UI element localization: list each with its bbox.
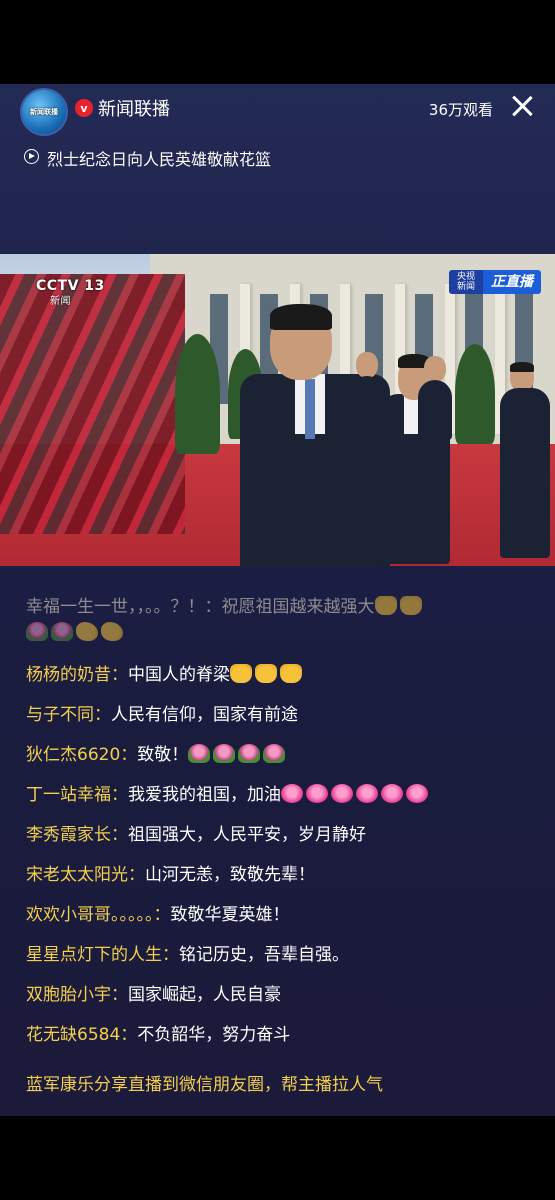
verified-badge-icon: v	[75, 99, 93, 117]
comment-username[interactable]: 幸福一生一世，，。。？！：	[26, 597, 222, 617]
live-badge-left: 央视新闻	[449, 270, 483, 294]
heart-icon	[381, 784, 403, 803]
heart-icon	[331, 784, 353, 803]
heart-icon	[281, 784, 303, 803]
person-back	[418, 356, 452, 440]
tree	[175, 334, 220, 454]
comment-row: 幸福一生一世，，。。？！：祝愿祖国越来越强大	[26, 592, 425, 617]
play-circle-icon	[24, 149, 39, 164]
comment-row: 狄仁杰6620：致敬！	[26, 740, 288, 765]
video-player[interactable]: CCTV 13 新闻 央视新闻 正直播	[0, 254, 555, 566]
comment-row: 双胞胎小宇：国家崛起，人民自豪	[26, 980, 281, 1005]
comment-username[interactable]: 欢欢小哥哥。。。。。：	[26, 905, 171, 925]
comment-message: 山河无恙，致敬先辈！	[145, 865, 315, 885]
thumbs-up-icon	[230, 664, 252, 683]
comment-row	[26, 622, 126, 643]
comment-message: 人民有信仰，国家有前途	[111, 705, 298, 725]
comment-row: 与子不同：人民有信仰，国家有前途	[26, 700, 298, 725]
tree	[455, 344, 495, 444]
broadcaster-logo: CCTV 13 新闻	[36, 278, 105, 307]
comment-username[interactable]: 星星点灯下的人生：	[26, 945, 179, 965]
flower-icon	[188, 744, 211, 763]
comment-row: 星星点灯下的人生：铭记历史，吾辈自强。	[26, 940, 349, 965]
comment-username[interactable]: 花无缺6584：	[26, 1025, 137, 1045]
flower-icon	[213, 744, 236, 763]
share-notice: 蓝军康乐分享直播到微信朋友圈，帮主播拉人气	[26, 1075, 383, 1095]
heart-icon	[406, 784, 428, 803]
comment-row: 宋老太太阳光：山河无恙，致敬先辈！	[26, 860, 315, 885]
live-badge-right: 正直播	[483, 270, 541, 294]
comment-message: 我爱我的祖国，加油	[128, 785, 281, 805]
comment-username[interactable]: 宋老太太阳光：	[26, 865, 145, 885]
flexed-arm-icon	[76, 622, 98, 641]
comment-username[interactable]: 丁一站幸福：	[26, 785, 128, 805]
heart-icon	[306, 784, 328, 803]
close-icon[interactable]	[509, 93, 535, 119]
comment-message: 中国人的脊梁	[128, 665, 230, 685]
flower-icon	[263, 744, 286, 763]
comment-username[interactable]: 李秀霞家长：	[26, 825, 128, 845]
person-right	[500, 362, 555, 562]
flower-icon	[238, 744, 261, 763]
person-front	[240, 304, 390, 566]
comment-username[interactable]: 杨杨的奶昔：	[26, 665, 128, 685]
broadcaster-sub: 新闻	[50, 296, 71, 307]
heart-icon	[356, 784, 378, 803]
flower-icon	[51, 622, 73, 641]
comment-message: 铭记历史，吾辈自强。	[179, 945, 349, 965]
person-back	[352, 352, 382, 416]
thumbs-up-icon	[374, 596, 397, 615]
comment-message: 祝愿祖国越来越强大	[221, 597, 375, 617]
comment-row: 欢欢小哥哥。。。。。：致敬华夏英雄！	[26, 900, 290, 925]
thumbs-up-icon	[280, 664, 302, 683]
comment-username[interactable]: 狄仁杰6620：	[26, 745, 137, 765]
comment-row: 杨杨的奶昔：中国人的脊梁	[26, 660, 305, 685]
comment-row: 李秀霞家长：祖国强大，人民平安，岁月静好	[26, 820, 366, 845]
channel-logo-text: 新闻联播	[30, 108, 58, 116]
comment-username[interactable]: 双胞胎小宇：	[26, 985, 128, 1005]
live-badge: 央视新闻 正直播	[449, 270, 541, 294]
stream-title: 烈士纪念日向人民英雄敬献花篮	[47, 150, 272, 169]
thumbs-up-icon	[255, 664, 277, 683]
comment-username[interactable]: 与子不同：	[26, 705, 111, 725]
comment-message: 祖国强大，人民平安，岁月静好	[128, 825, 366, 845]
channel-name[interactable]: 新闻联播	[98, 95, 170, 121]
comment-message: 致敬！	[137, 745, 189, 765]
comment-row: 花无缺6584：不负韶华，努力奋斗	[26, 1020, 290, 1045]
channel-avatar[interactable]: 新闻联播	[20, 88, 68, 136]
comment-row: 丁一站幸福：我爱我的祖国，加油	[26, 780, 431, 805]
comment-message: 不负韶华，努力奋斗	[137, 1025, 291, 1045]
live-stream-screen: 新闻联播 v 新闻联播 36万观看 烈士纪念日向人民英雄敬献花篮 CCTV 13…	[0, 84, 555, 1116]
flower-baskets	[0, 274, 185, 534]
flexed-arm-icon	[101, 622, 123, 641]
flower-icon	[26, 622, 48, 641]
comment-message: 国家崛起，人民自豪	[128, 985, 281, 1005]
comment-message: 致敬华夏英雄！	[170, 905, 290, 925]
viewer-count: 36万观看	[428, 101, 493, 119]
thumbs-up-icon	[399, 596, 422, 615]
